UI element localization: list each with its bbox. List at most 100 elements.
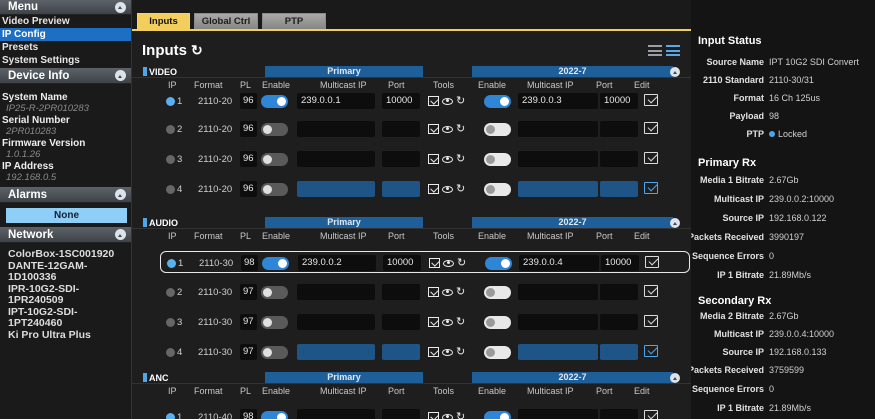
input-row-audio-2[interactable]: 2 2110-30 97 ↻ — [160, 281, 690, 303]
primary-multicast-ip-field[interactable] — [297, 121, 375, 137]
secondary-enable-toggle[interactable] — [484, 95, 511, 108]
secondary-enable-toggle[interactable] — [484, 316, 511, 329]
network-device-kipro[interactable]: Ki Pro Ultra Plus — [0, 330, 131, 341]
chevron-up-icon[interactable] — [115, 189, 126, 200]
menu-header[interactable]: Menu — [0, 0, 131, 15]
row-select-radio[interactable] — [166, 413, 175, 419]
eye-icon[interactable] — [442, 97, 453, 105]
device-info-header[interactable]: Device Info — [0, 68, 131, 84]
secondary-port-field[interactable]: 10000 — [600, 93, 638, 109]
edit-square-icon[interactable] — [429, 258, 440, 268]
secondary-multicast-ip-field[interactable] — [518, 151, 598, 167]
edit-square-icon[interactable] — [428, 96, 439, 106]
payload-field[interactable]: 98 — [240, 409, 257, 419]
secondary-enable-toggle[interactable] — [484, 123, 511, 136]
edit-row-icon[interactable] — [644, 122, 658, 134]
secondary-multicast-ip-field[interactable]: 239.0.0.3 — [518, 93, 598, 109]
edit-square-icon[interactable] — [428, 287, 439, 297]
row-select-radio[interactable] — [167, 259, 176, 268]
eye-icon[interactable] — [442, 413, 453, 419]
refresh-icon[interactable]: ↻ — [456, 316, 465, 328]
input-row-video-2[interactable]: 2 2110-20 96 ↻ — [160, 118, 690, 140]
primary-port-field[interactable] — [382, 409, 420, 419]
edit-row-icon[interactable] — [644, 94, 658, 106]
refresh-icon[interactable]: ↻ — [456, 95, 465, 107]
input-row-audio-4[interactable]: 4 2110-30 97 ↻ — [160, 341, 690, 363]
primary-enable-toggle[interactable] — [261, 95, 288, 108]
payload-field[interactable]: 97 — [240, 314, 257, 330]
input-row-anc-1[interactable]: 1 2110-40 98 ↻ — [160, 406, 690, 419]
refresh-icon[interactable]: ↻ — [456, 411, 465, 419]
edit-row-icon[interactable] — [644, 285, 658, 297]
primary-enable-toggle[interactable] — [261, 153, 288, 166]
network-device-colorbox[interactable]: ColorBox-1SC001920 — [0, 249, 120, 260]
edit-row-icon[interactable] — [644, 315, 658, 327]
primary-enable-toggle[interactable] — [261, 346, 288, 359]
secondary-multicast-ip-field[interactable] — [518, 284, 598, 300]
payload-field[interactable]: 97 — [240, 284, 257, 300]
chevron-up-icon[interactable] — [115, 70, 126, 81]
primary-enable-toggle[interactable] — [261, 183, 288, 196]
primary-multicast-ip-field[interactable]: 239.0.0.1 — [297, 93, 375, 109]
edit-square-icon[interactable] — [428, 124, 439, 134]
secondary-multicast-ip-field[interactable] — [518, 121, 598, 137]
nav-presets[interactable]: Presets — [0, 41, 131, 54]
secondary-port-field[interactable] — [600, 284, 638, 300]
refresh-icon[interactable]: ↻ — [191, 42, 203, 59]
secondary-multicast-ip-field[interactable] — [518, 181, 598, 197]
primary-port-field[interactable] — [382, 151, 420, 167]
primary-multicast-ip-field[interactable] — [297, 409, 375, 419]
primary-port-field[interactable]: 10000 — [382, 93, 420, 109]
secondary-enable-toggle[interactable] — [484, 183, 511, 196]
eye-icon[interactable] — [442, 318, 453, 326]
chevron-up-icon[interactable] — [670, 217, 680, 228]
tab-inputs[interactable]: Inputs — [137, 13, 190, 29]
row-select-radio[interactable] — [166, 348, 175, 357]
primary-enable-toggle[interactable] — [261, 411, 288, 419]
primary-multicast-ip-field[interactable]: 239.0.0.2 — [298, 255, 376, 271]
edit-square-icon[interactable] — [428, 347, 439, 357]
primary-port-field[interactable] — [382, 344, 420, 360]
secondary-port-field[interactable] — [600, 344, 638, 360]
edit-row-icon[interactable] — [644, 410, 658, 419]
payload-field[interactable]: 98 — [241, 255, 258, 271]
edit-square-icon[interactable] — [428, 184, 439, 194]
secondary-port-field[interactable] — [600, 121, 638, 137]
edit-row-icon[interactable] — [644, 152, 658, 164]
network-device-dante[interactable]: DANTE-12GAM-1D100336 — [0, 261, 105, 283]
tab-ptp[interactable]: PTP — [262, 13, 326, 29]
primary-port-field[interactable]: 10000 — [383, 255, 421, 271]
primary-port-field[interactable] — [382, 181, 420, 197]
payload-field[interactable]: 97 — [240, 344, 257, 360]
eye-icon[interactable] — [442, 125, 453, 133]
edit-row-icon[interactable] — [644, 182, 658, 194]
refresh-icon[interactable]: ↻ — [456, 183, 465, 195]
input-row-audio-3[interactable]: 3 2110-30 97 ↻ — [160, 311, 690, 333]
secondary-enable-toggle[interactable] — [484, 411, 511, 419]
payload-field[interactable]: 96 — [240, 93, 257, 109]
list-view-icon[interactable] — [648, 45, 662, 56]
refresh-icon[interactable]: ↻ — [456, 286, 465, 298]
nav-video-preview[interactable]: Video Preview — [0, 15, 131, 28]
primary-multicast-ip-field[interactable] — [297, 344, 375, 360]
payload-field[interactable]: 96 — [240, 181, 257, 197]
input-row-video-4[interactable]: 4 2110-20 96 ↻ — [160, 178, 690, 200]
input-row-video-3[interactable]: 3 2110-20 96 ↻ — [160, 148, 690, 170]
nav-system-settings[interactable]: System Settings — [0, 54, 131, 67]
refresh-icon[interactable]: ↻ — [457, 257, 466, 269]
primary-multicast-ip-field[interactable] — [297, 181, 375, 197]
nav-ip-config[interactable]: IP Config — [0, 28, 131, 41]
eye-icon[interactable] — [442, 155, 453, 163]
row-select-radio[interactable] — [166, 318, 175, 327]
secondary-port-field[interactable] — [600, 181, 638, 197]
primary-enable-toggle[interactable] — [261, 286, 288, 299]
primary-enable-toggle[interactable] — [262, 257, 289, 270]
eye-icon[interactable] — [442, 185, 453, 193]
input-row-audio-1[interactable]: 1 2110-30 98 239.0.0.2 10000 ↻ 239.0.0.4 10000 — [160, 251, 690, 273]
edit-row-icon[interactable] — [645, 256, 659, 268]
secondary-enable-toggle[interactable] — [484, 286, 511, 299]
secondary-enable-toggle[interactable] — [484, 153, 511, 166]
secondary-port-field[interactable] — [600, 409, 638, 419]
primary-multicast-ip-field[interactable] — [297, 314, 375, 330]
primary-enable-toggle[interactable] — [261, 316, 288, 329]
